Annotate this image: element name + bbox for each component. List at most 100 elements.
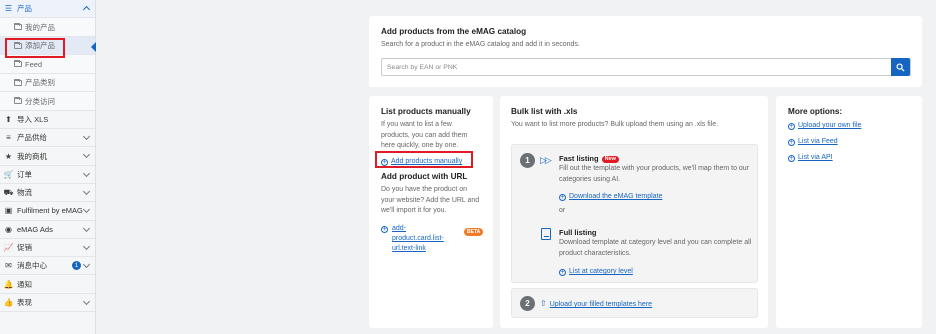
plus-circle-icon: + [788, 139, 795, 146]
star-icon: ★ [4, 151, 13, 161]
chevron-up-icon [82, 5, 91, 14]
manual-desc: If you want to list a few products, you … [381, 121, 468, 149]
sidebar-item-label: 物流 [17, 188, 32, 198]
upload-icon: ⬆ [5, 114, 12, 124]
sidebar-item-label: 产品供给 [17, 133, 47, 143]
full-title: Full listing [559, 228, 597, 237]
ads-icon: ◉ [5, 224, 12, 234]
mail-icon: ✉ [5, 261, 12, 271]
products-submenu: 我的产品 添加产品 Feed 产品类别 分类访问 [0, 18, 96, 111]
bulk-card: Bulk list with .xls You want to list mor… [500, 96, 768, 328]
sidebar-item[interactable]: ✉ 消息中心 1 [0, 257, 95, 276]
chevron-down-icon [82, 169, 91, 177]
truck-icon: ⛟ [3, 187, 14, 197]
sidebar-item-label: 通知 [17, 279, 32, 289]
step-number: 1 [520, 153, 535, 168]
chevron-down-icon [82, 261, 91, 269]
catalog-title: Add products from the eMAG catalog [381, 27, 527, 36]
sidebar-subitem-label: 产品类别 [25, 78, 55, 88]
list-category-link[interactable]: + List at category level [559, 266, 633, 276]
cart-icon: 🛒 [3, 169, 14, 179]
plus-circle-icon: + [559, 269, 566, 276]
catalog-subtitle: Search for a product in the eMAG catalog… [381, 41, 580, 48]
full-desc: Download template at category level and … [559, 239, 752, 257]
sidebar-subitem-label: 我的产品 [25, 22, 55, 32]
fast-listing-heading: Fast listing New [559, 154, 619, 163]
sidebar-item-products[interactable]: ☰ 产品 [0, 0, 95, 19]
list-icon: ☰ [4, 4, 13, 14]
new-badge: New [601, 155, 619, 163]
sidebar-item[interactable]: 🛒 订单 [0, 166, 95, 184]
chevron-down-icon [82, 297, 91, 305]
search-placeholder: Search by EAN or PNK [387, 63, 458, 71]
box-icon: ▣ [4, 206, 13, 216]
sidebar-item[interactable]: ⬆ 导入 XLS [0, 111, 95, 130]
catalog-card: Add products from the eMAG catalog Searc… [369, 16, 922, 87]
sidebar-item-label: eMAG Ads [17, 224, 53, 234]
step-number: 2 [520, 296, 535, 311]
more-option-link[interactable]: + List via Feed [788, 136, 861, 146]
thumb-icon: 👍 [3, 297, 14, 307]
sidebar-subitem[interactable]: 分类访问 [0, 92, 95, 111]
sidebar-subitem[interactable]: Feed [0, 55, 95, 74]
chevron-down-icon [82, 224, 91, 232]
unread-badge: 1 [72, 261, 81, 271]
fast-title: Fast listing [559, 154, 599, 163]
more-title: More options: [788, 107, 843, 116]
bulk-title: Bulk list with .xls [511, 107, 578, 116]
chevron-down-icon [82, 206, 91, 214]
fast-forward-icon: ▷▷ [540, 155, 552, 165]
search-button[interactable] [891, 58, 910, 76]
sidebar-item-label: 产品 [17, 4, 32, 14]
sidebar-item-label: 消息中心 [17, 261, 47, 271]
highlight-manual-link [375, 151, 473, 168]
more-options-card: More options: + Upload your own file + List… [776, 96, 922, 328]
chart-icon: 📈 [3, 243, 14, 253]
sidebar-subitem-label: 分类访问 [25, 96, 55, 106]
sidebar-item[interactable]: ▣ Fulfilment by eMAG [0, 202, 95, 221]
upload-templates-link[interactable]: ⇧ Upload your filled templates here [540, 299, 652, 308]
step1-box: 1 ▷▷ Fast listing New Fill out the templa… [511, 144, 758, 283]
sidebar-item[interactable]: ★ 我的商机 [0, 147, 95, 166]
sidebar-item[interactable]: ≡ 产品供给 [0, 129, 95, 148]
add-product-url-link[interactable]: + add-product.card.list-url.text-link [381, 224, 453, 254]
plus-circle-icon: + [788, 123, 795, 130]
sidebar-item-label: Fulfilment by eMAG [17, 206, 83, 216]
plus-circle-icon: + [788, 155, 795, 162]
sidebar-subitem[interactable]: 产品类别 [0, 73, 95, 93]
sidebar-item[interactable]: 🔔 通知 [0, 275, 95, 294]
chevron-down-icon [82, 187, 91, 196]
manual-title: List products manually [381, 107, 471, 116]
sidebar-item-label: 我的商机 [17, 151, 47, 161]
sidebar-item-label: 订单 [17, 169, 32, 179]
folder-icon [14, 97, 22, 105]
plus-circle-icon: + [381, 226, 388, 233]
sidebar-item[interactable]: 👍 表现 [0, 294, 95, 313]
folder-icon [14, 23, 22, 31]
folder-icon [14, 78, 22, 86]
plus-circle-icon: + [559, 194, 566, 201]
highlight-add-product [5, 38, 65, 58]
beta-badge: BETA [464, 228, 484, 236]
manual-card: List products manually If you want to li… [369, 96, 493, 328]
sidebar-subitem[interactable]: 我的产品 [0, 18, 95, 37]
sidebar-subitem-label: Feed [25, 59, 43, 69]
more-option-link[interactable]: + List via API [788, 152, 861, 162]
upload-icon: ⇧ [540, 299, 547, 308]
url-title: Add product with URL [381, 172, 468, 181]
sidebar-item-label: 促销 [17, 243, 32, 253]
chevron-down-icon [82, 133, 91, 141]
sidebar-item[interactable]: ⛟ 物流 [0, 184, 95, 203]
sidebar-menu: ⬆ 导入 XLS ≡ 产品供给 ★ 我的商机 🛒 订单 ⛟ 物流 ▣ Fulfilment by eM… [0, 111, 95, 313]
search-input[interactable]: Search by EAN or PNK [381, 58, 911, 76]
folder-icon [14, 60, 22, 68]
sidebar-item[interactable]: ◉ eMAG Ads [0, 221, 95, 239]
more-links: + Upload your own file + List via Feed + List… [788, 120, 861, 168]
or-text: or [559, 207, 566, 214]
more-option-link[interactable]: + Upload your own file [788, 120, 861, 130]
sidebar-item-label: 表现 [17, 297, 32, 307]
download-template-link[interactable]: + Download the eMAG template [559, 191, 662, 201]
sidebar-item[interactable]: 📈 促销 [0, 239, 95, 258]
bulk-subtitle: You want to list more products? Bulk upl… [511, 121, 719, 128]
step2-box: 2 ⇧ Upload your filled templates here [511, 288, 758, 318]
